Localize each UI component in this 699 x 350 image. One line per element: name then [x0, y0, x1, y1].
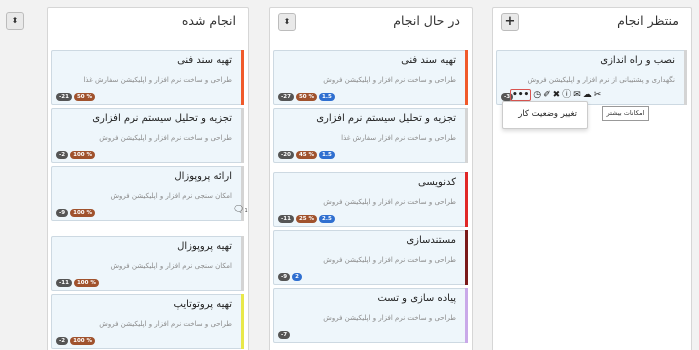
card-project: طراحی و ساخت نرم افزار و اپلیکیشن فروش — [99, 320, 232, 328]
task-card[interactable]: تجزیه و تحلیل سیستم نرم افزاری طراحی و س… — [51, 108, 244, 163]
card-title: تجزیه و تحلیل سیستم نرم افزاری — [92, 113, 232, 124]
progress-badge: 50 % — [295, 93, 318, 101]
trash-icon[interactable]: ✖ — [553, 90, 561, 100]
comment-number: 1 — [244, 208, 248, 214]
card-project: امکان سنجی نرم افزار و اپلیکیشن فروش — [110, 192, 232, 200]
comment-icon: 🗨 — [233, 205, 245, 215]
card-project: امکان سنجی نرم افزار و اپلیکیشن فروش — [110, 262, 232, 270]
status-color-bar — [684, 50, 687, 105]
info-icon[interactable]: ⓘ — [562, 90, 571, 100]
task-card[interactable]: پیاده سازی و تست طراحی و ساخت نرم افزار … — [273, 288, 468, 343]
more-options-icon[interactable]: ••• — [510, 89, 532, 101]
days-badge: -7 — [278, 331, 291, 339]
comment-count[interactable]: 🗨1 — [233, 205, 248, 215]
column-header: + منتظر انجام — [493, 8, 691, 38]
days-badge: -20 — [278, 151, 294, 159]
task-card[interactable]: تهیه سند فنی طراحی و ساخت نرم افزار و اپ… — [273, 50, 468, 105]
card-title: تهیه سند فنی — [177, 55, 232, 66]
card-title: نصب و راه اندازی — [600, 55, 675, 66]
days-badge: -2 — [56, 337, 69, 345]
progress-badge: 100 % — [70, 151, 96, 159]
status-color-bar — [241, 236, 244, 291]
estimate-badge: 2 — [292, 273, 302, 281]
task-card[interactable]: تجزیه و تحلیل سیستم نرم افزاری طراحی و س… — [273, 108, 468, 163]
estimate-badge: 2.5 — [319, 215, 335, 223]
status-color-bar — [241, 294, 244, 349]
status-color-bar — [465, 172, 468, 227]
task-card[interactable]: تهیه سند فنی طراحی و ساخت نرم افزار و اپ… — [51, 50, 244, 105]
column-title: انجام شده — [181, 13, 236, 28]
status-color-bar — [465, 288, 468, 343]
column-title: منتظر انجام — [617, 13, 679, 28]
card-project: نگهداری و پشتیبانی از نرم افزار و اپلیکی… — [527, 76, 675, 84]
progress-badge: 100 % — [70, 209, 96, 217]
progress-badge: 50 % — [73, 93, 96, 101]
card-title: مستندسازی — [406, 235, 456, 246]
brush-icon[interactable]: ✐ — [543, 90, 551, 100]
add-task-button[interactable]: + — [501, 13, 519, 31]
card-project: طراحی و ساخت نرم افزار و اپلیکیشن فروش — [323, 198, 456, 206]
card-title: تهیه سند فنی — [401, 55, 456, 66]
progress-badge: 25 % — [295, 215, 318, 223]
status-color-bar — [465, 230, 468, 285]
card-title: پیاده سازی و تست — [377, 293, 456, 304]
card-title: تهیه پروتوتایپ — [173, 299, 232, 310]
card-project: طراحی و ساخت نرم افزار سفارش غذا — [341, 134, 456, 142]
status-color-bar — [465, 50, 468, 105]
card-title: کدنویسی — [418, 177, 456, 188]
more-options-tooltip: امکانات بیشتر — [602, 106, 649, 121]
task-card[interactable]: نصب و راه اندازی نگهداری و پشتیبانی از ن… — [496, 50, 687, 105]
paperclip-icon[interactable]: ✂ — [594, 90, 602, 100]
card-project: طراحی و ساخت نرم افزار و اپلیکیشن سفارش … — [83, 76, 232, 84]
days-badge: -9 — [56, 209, 69, 217]
sort-button[interactable]: ⬍ — [6, 12, 24, 30]
status-color-bar — [241, 50, 244, 105]
column-header: انجام شده — [48, 8, 248, 38]
days-badge: -11 — [56, 279, 72, 287]
card-title: ارائه پروپوزال — [174, 171, 232, 182]
card-project: طراحی و ساخت نرم افزار و اپلیکیشن فروش — [99, 134, 232, 142]
status-color-bar — [465, 108, 468, 163]
task-card[interactable]: تهیه پروتوتایپ طراحی و ساخت نرم افزار و … — [51, 294, 244, 349]
task-card[interactable]: تهیه پروپوزال امکان سنجی نرم افزار و اپل… — [51, 236, 244, 291]
progress-badge: 100 % — [73, 279, 99, 287]
sort-button[interactable]: ⬍ — [278, 13, 296, 31]
days-badge: -21 — [56, 93, 72, 101]
days-badge: -27 — [278, 93, 294, 101]
task-card[interactable]: مستندسازی طراحی و ساخت نرم افزار و اپلیک… — [273, 230, 468, 285]
column-in-progress: ⬍ در حال انجام تهیه سند فنی طراحی و ساخت… — [269, 7, 473, 350]
days-badge: -2 — [56, 151, 69, 159]
progress-badge: 45 % — [295, 151, 318, 159]
card-project: طراحی و ساخت نرم افزار و اپلیکیشن فروش — [323, 76, 456, 84]
chat-icon[interactable]: ✉ — [573, 90, 581, 100]
card-title: تجزیه و تحلیل سیستم نرم افزاری — [316, 113, 456, 124]
progress-badge: 100 % — [70, 337, 96, 345]
card-title: تهیه پروپوزال — [177, 241, 232, 252]
column-title: در حال انجام — [393, 13, 460, 28]
options-dropdown: تغییر وضعیت کار — [502, 101, 588, 129]
comment-icon[interactable]: ☁ — [583, 90, 592, 100]
card-project: طراحی و ساخت نرم افزار و اپلیکیشن فروش — [323, 256, 456, 264]
change-status-menu-item[interactable]: تغییر وضعیت کار — [518, 109, 577, 119]
column-header: ⬍ در حال انجام — [270, 8, 472, 38]
clock-icon[interactable]: ◷ — [533, 90, 541, 100]
days-badge: -11 — [278, 215, 294, 223]
column-done: انجام شده تهیه سند فنی طراحی و ساخت نرم … — [47, 7, 249, 350]
days-badge: -9 — [278, 273, 291, 281]
card-actions: ••• ◷ ✐ ✖ ⓘ ✉ ☁ ✂ — [510, 89, 601, 101]
status-color-bar — [241, 108, 244, 163]
task-card[interactable]: کدنویسی طراحی و ساخت نرم افزار و اپلیکیش… — [273, 172, 468, 227]
column-waiting: + منتظر انجام نصب و راه اندازی نگهداری و… — [492, 7, 692, 350]
estimate-badge: 1.5 — [319, 151, 335, 159]
task-card[interactable]: ارائه پروپوزال امکان سنجی نرم افزار و اپ… — [51, 166, 248, 221]
estimate-badge: 1.5 — [319, 93, 335, 101]
card-project: طراحی و ساخت نرم افزار و اپلیکیشن فروش — [323, 314, 456, 322]
